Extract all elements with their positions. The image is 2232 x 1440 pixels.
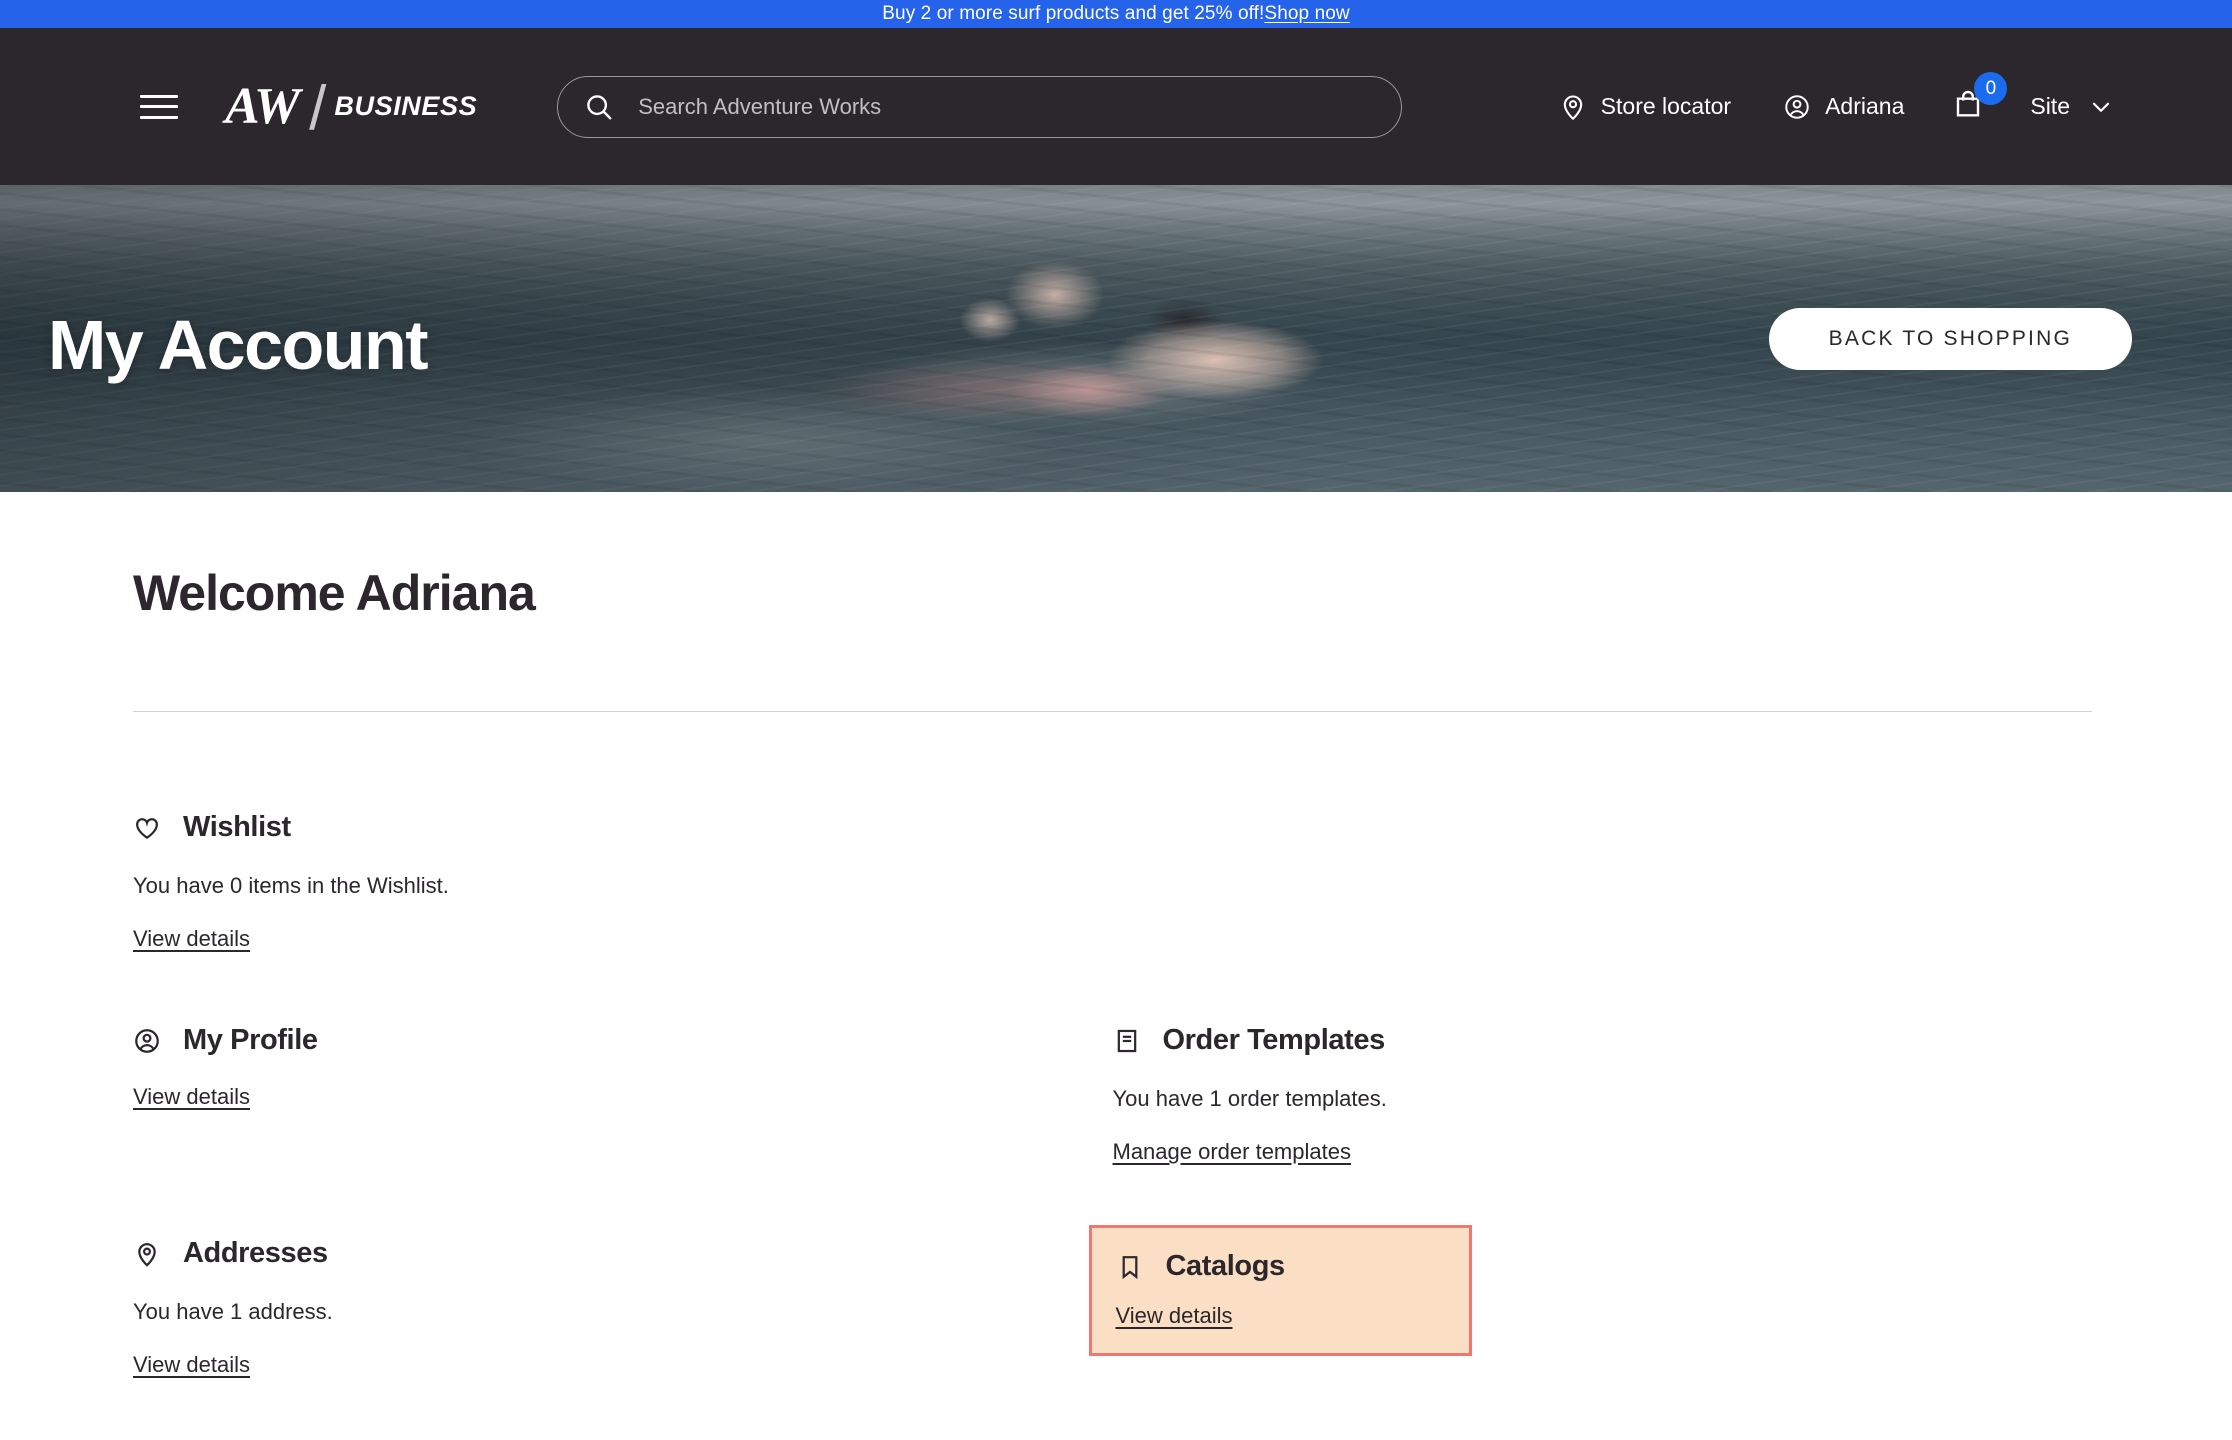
welcome-heading: Welcome Adriana [133,565,536,621]
account-main: Welcome Adriana Wishlist You have 0 item… [0,492,2232,1378]
tile-header: My Profile [133,1024,1113,1057]
tile-catalogs[interactable]: Catalogs View details [1088,1225,1472,1356]
tile-description: You have 1 address. [133,1299,333,1324]
location-pin-icon [1559,93,1587,121]
promo-banner: Buy 2 or more surf products and get 25% … [0,0,2232,28]
tile-description: You have 1 order templates. [1112,1086,1387,1111]
header-actions: Store locator Adriana 0 Site [1559,72,2114,129]
brand-logo[interactable]: AW / BUSINESS [225,73,478,143]
tile-header: Catalogs [1116,1250,1445,1283]
catalogs-view-details-link[interactable]: View details [1116,1303,1233,1329]
tile-header: Order Templates [1113,1024,2093,1057]
tile-header: Addresses [133,1237,1113,1270]
page-title: My Account [48,305,429,384]
chevron-down-icon [2088,94,2114,120]
back-to-shopping-button[interactable]: BACK TO SHOPPING [1768,307,2132,370]
tile-header: Wishlist [133,811,1113,844]
document-list-icon [1113,1027,1141,1055]
tile-title: My Profile [183,1024,318,1056]
search-icon [584,92,614,122]
tile-empty-slot [1113,712,2093,952]
store-locator-label: Store locator [1600,93,1732,119]
account-tiles-grid: Wishlist You have 0 items in the Wishlis… [133,712,2092,1378]
my-profile-view-details-link[interactable]: View details [133,1084,250,1110]
heart-icon [133,814,161,842]
tile-description: You have 0 items in the Wishlist. [133,873,449,898]
account-label: Adriana [1825,93,1905,119]
addresses-view-details-link[interactable]: View details [133,1352,250,1378]
hero-content: My Account BACK TO SHOPPING [0,185,2232,492]
cart-button[interactable]: 0 [1952,72,2008,125]
user-circle-icon [1783,93,1811,121]
location-pin-icon [133,1240,161,1268]
site-selector[interactable]: Site [2030,93,2114,120]
tile-my-profile: My Profile View details [133,952,1113,1165]
cart-count-badge: 0 [1974,72,2008,105]
hamburger-line [140,94,178,98]
tile-wishlist: Wishlist You have 0 items in the Wishlis… [133,712,1113,952]
wishlist-view-details-link[interactable]: View details [133,926,250,952]
tile-title: Addresses [183,1237,328,1269]
manage-order-templates-link[interactable]: Manage order templates [1113,1139,1351,1165]
store-locator-button[interactable]: Store locator [1559,85,1731,129]
tile-title: Catalogs [1165,1250,1286,1282]
brand-logo-separator: / [309,73,327,143]
tile-title: Order Templates [1162,1024,1386,1056]
tile-catalogs-wrapper: Catalogs View details [1088,1165,2093,1378]
hamburger-line [140,115,178,119]
user-circle-icon [133,1027,161,1055]
site-selector-label: Site [2030,93,2070,119]
tile-title: Wishlist [183,811,291,843]
tile-addresses: Addresses You have 1 address. View detai… [133,1165,1113,1378]
site-header: AW / BUSINESS Store locator [0,28,2232,185]
search-input[interactable] [638,93,1376,120]
hero-banner: My Account BACK TO SHOPPING [0,185,2232,492]
promo-shop-now-link[interactable]: Shop now [1264,3,1349,25]
account-button[interactable]: Adriana [1783,85,1904,129]
search-bar[interactable] [557,75,1403,138]
brand-logo-secondary: BUSINESS [334,91,478,121]
brand-logo-primary: AW [225,77,300,135]
tile-order-templates: Order Templates You have 1 order templat… [1113,952,2093,1165]
bookmark-icon [1116,1253,1144,1281]
hamburger-menu-icon[interactable] [140,92,180,122]
hamburger-line [140,105,178,108]
promo-text: Buy 2 or more surf products and get 25% … [882,3,1265,24]
